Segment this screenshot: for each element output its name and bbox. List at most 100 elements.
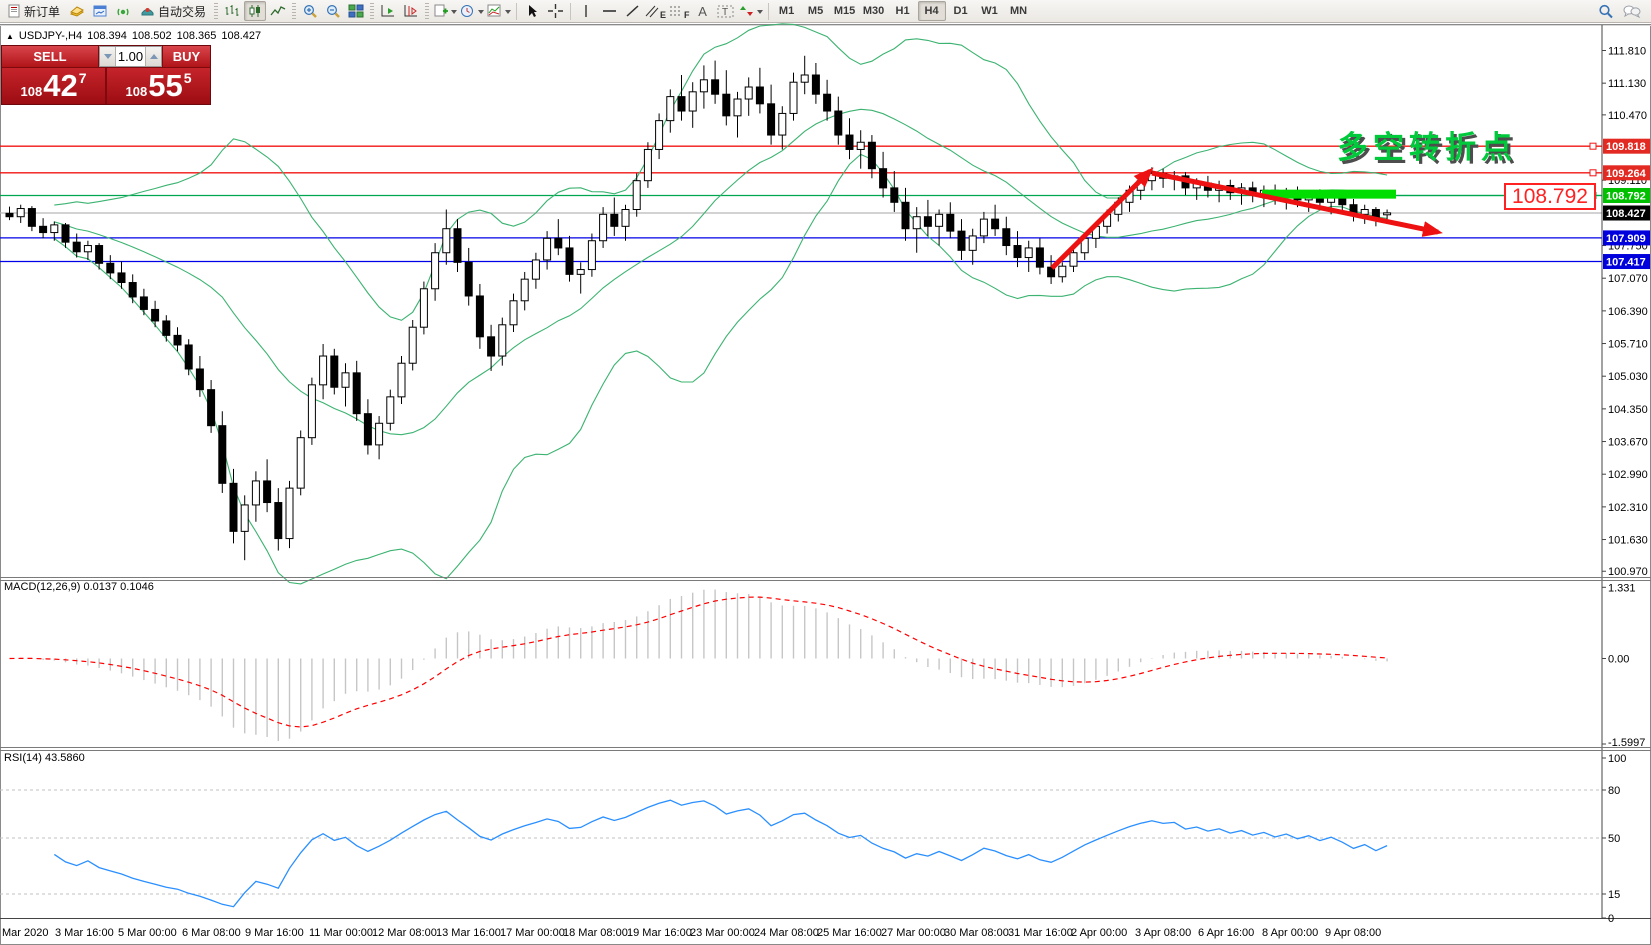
candle-body (969, 236, 976, 250)
chart-symbol-period: USDJPY-,H4 (19, 30, 82, 42)
crosshair-tool[interactable] (544, 1, 566, 21)
fibonacci-tool-letter: F (684, 10, 690, 20)
buy-button[interactable]: BUY (163, 46, 210, 67)
chart-shift-button[interactable] (400, 1, 422, 21)
tab-timeframe-MN[interactable]: MN (1005, 1, 1033, 21)
price-badge-label: 108.792 (1606, 190, 1646, 202)
chat-button[interactable] (1621, 1, 1643, 21)
tab-timeframe-W1[interactable]: W1 (976, 1, 1004, 21)
candle-body (588, 241, 595, 270)
volume-value[interactable]: 1.00 (116, 47, 145, 66)
new-chart-dropdown[interactable] (432, 1, 458, 21)
volume-decrease-button[interactable] (100, 47, 116, 66)
signal-icon (115, 4, 131, 18)
chevron-down-icon (757, 10, 763, 17)
tab-timeframe-H1[interactable]: H1 (889, 1, 917, 21)
line-chart-button[interactable] (267, 1, 289, 21)
time-axis-label: 6 Apr 16:00 (1198, 927, 1254, 939)
candle-body (756, 87, 763, 104)
time-axis-label: 5 Mar 00:00 (118, 927, 177, 939)
candle-body (768, 104, 775, 135)
horizontal-line-tool[interactable] (598, 1, 620, 21)
candle-body (790, 82, 797, 113)
search-button[interactable] (1595, 1, 1617, 21)
candle-body (924, 217, 931, 227)
buy-price[interactable]: 108 55 5 (107, 68, 210, 104)
vertical-line-tool[interactable] (575, 1, 597, 21)
zoom-in-button[interactable] (299, 1, 321, 21)
highlight-zone[interactable] (1262, 190, 1396, 199)
price-tick-label: 102.310 (1608, 502, 1648, 514)
fibonacci-tool[interactable]: F (668, 1, 691, 21)
cursor-tool[interactable] (521, 1, 543, 21)
time-axis-label: 3 Apr 08:00 (1135, 927, 1191, 939)
candle-body (62, 225, 69, 242)
market-watch-button[interactable] (89, 1, 111, 21)
chat-icon (1623, 4, 1641, 19)
new-order-label: 新订单 (24, 3, 60, 20)
volume-increase-button[interactable] (145, 47, 161, 66)
indicators-dropdown[interactable] (486, 1, 512, 21)
label-icon: T (717, 4, 734, 19)
time-axis-label: 19 Mar 16:00 (627, 927, 692, 939)
price-tick-label: 104.350 (1608, 404, 1648, 416)
auto-scroll-icon (380, 4, 396, 18)
signals-button[interactable] (112, 1, 134, 21)
price-callout-box[interactable]: 108.792 (1504, 183, 1596, 210)
price-tick-label: 105.030 (1608, 371, 1648, 383)
time-axis-label: 11 Mar 00:00 (309, 927, 373, 939)
line-anchor-marker (1590, 170, 1596, 176)
toolbar-separator (570, 3, 571, 20)
new-order-button[interactable]: 新订单 (2, 1, 65, 21)
tab-timeframe-M30[interactable]: M30 (860, 1, 888, 21)
candle-body (902, 202, 909, 228)
line-chart-icon (270, 4, 286, 18)
ohlc-open: 108.394 (87, 30, 127, 42)
zoom-out-button[interactable] (322, 1, 344, 21)
tab-timeframe-M15[interactable]: M15 (831, 1, 859, 21)
candle-body (331, 356, 338, 387)
macd-tick-label: -1.5997 (1608, 737, 1645, 749)
chart-annotation-text[interactable]: 多空转折点 (1337, 122, 1517, 167)
rsi-tick-label: 0 (1608, 913, 1614, 925)
trendline-tool[interactable] (621, 1, 643, 21)
periods-dropdown[interactable] (459, 1, 485, 21)
time-axis-label: 18 Mar 08:00 (563, 927, 628, 939)
candle-body (230, 483, 237, 531)
candle-body (521, 279, 528, 301)
horizontal-line-icon (602, 4, 617, 18)
toolbar-grip (425, 3, 429, 19)
metaeditor-button[interactable] (66, 1, 88, 21)
bar-chart-button[interactable] (221, 1, 243, 21)
tab-timeframe-M5[interactable]: M5 (802, 1, 830, 21)
candle-body (1025, 248, 1032, 258)
candle-body (454, 229, 461, 263)
candle-body (208, 390, 215, 426)
text-tool[interactable]: A (692, 1, 714, 21)
price-tick-label: 101.630 (1608, 535, 1648, 547)
tab-timeframe-H4[interactable]: H4 (918, 1, 946, 21)
main-toolbar: 新订单 自动交易 (0, 0, 1651, 23)
shapes-dropdown[interactable] (738, 1, 764, 21)
tile-windows-button[interactable] (345, 1, 367, 21)
candlestick-chart-button[interactable] (244, 1, 266, 21)
sell-button[interactable]: SELL (2, 46, 98, 67)
price-tick-label: 111.130 (1608, 78, 1646, 90)
autotrading-toggle[interactable]: 自动交易 (135, 1, 211, 21)
autotrading-label: 自动交易 (158, 3, 206, 20)
chart-shift-icon (403, 4, 419, 18)
candle-body (678, 97, 685, 111)
label-tool[interactable]: T (715, 1, 737, 21)
chevron-down-icon (505, 10, 511, 17)
autotrading-icon (140, 4, 155, 18)
tab-timeframe-D1[interactable]: D1 (947, 1, 975, 21)
time-axis-label: 9 Mar 16:00 (245, 927, 304, 939)
candle-body (264, 481, 271, 503)
auto-scroll-button[interactable] (377, 1, 399, 21)
tab-timeframe-M1[interactable]: M1 (773, 1, 801, 21)
price-badge-label: 107.417 (1606, 257, 1646, 269)
sell-price[interactable]: 108 42 7 (2, 68, 105, 104)
candle-body (689, 92, 696, 111)
channel-tool[interactable]: E (644, 1, 667, 21)
toolbar-right-icons (1595, 1, 1649, 21)
